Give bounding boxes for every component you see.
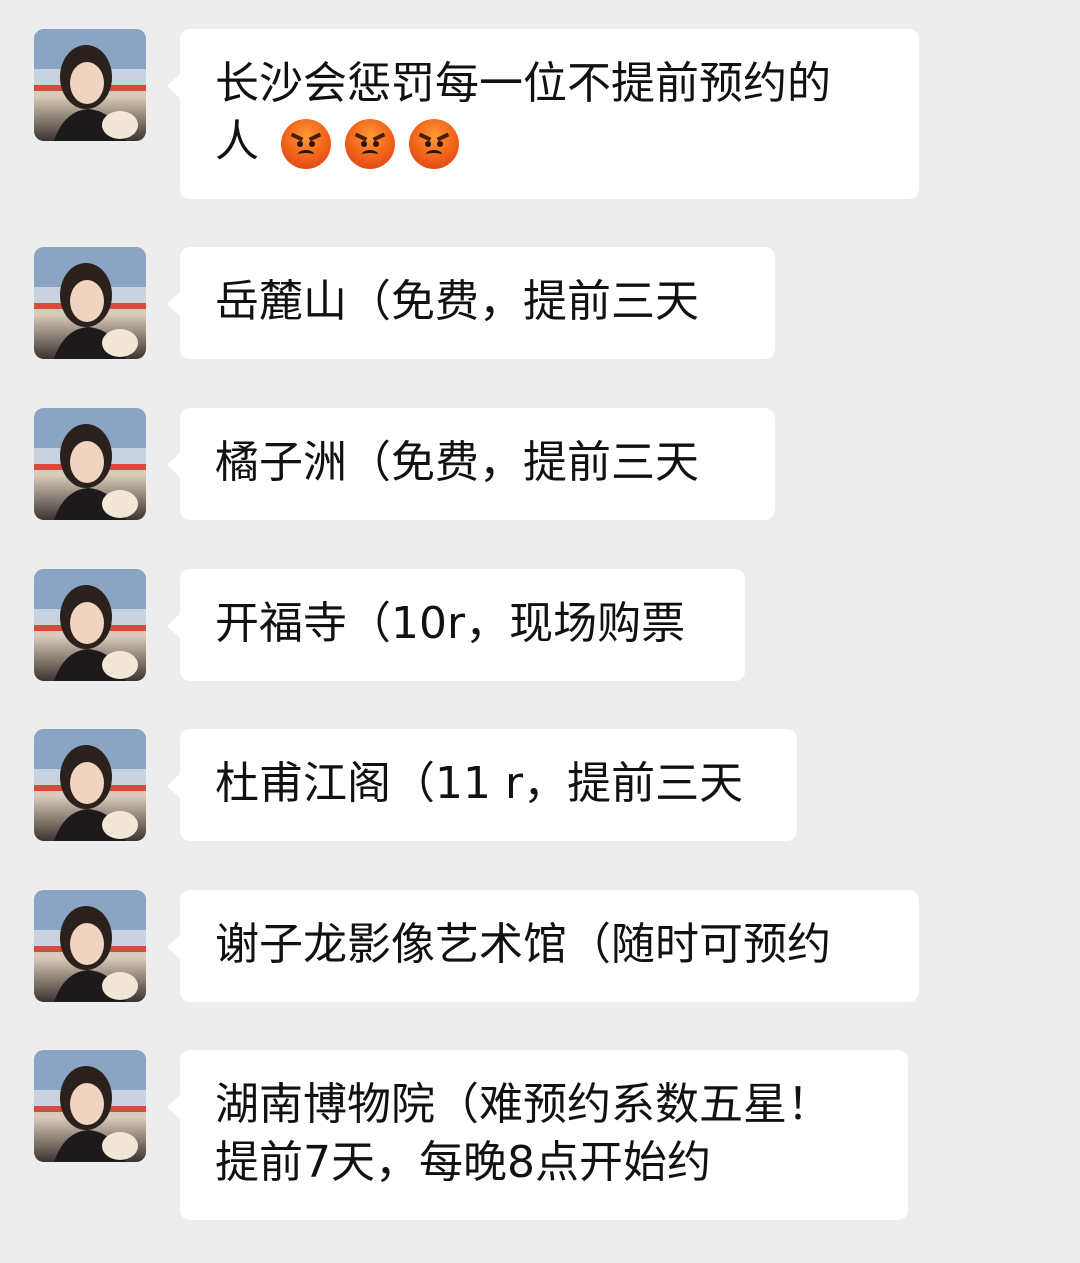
message-text: 开福寺（10r，现场购票 bbox=[215, 598, 686, 649]
avatar[interactable] bbox=[34, 890, 146, 1002]
message-text: 谢子龙影像艺术馆（随时可预约 bbox=[215, 919, 831, 970]
angry-face-icon bbox=[345, 119, 395, 169]
avatar[interactable] bbox=[34, 1050, 146, 1162]
avatar[interactable] bbox=[34, 247, 146, 359]
chat-area: 长沙会惩罚每一位不提前预约的 人 岳麓山（免费，提前三天 橘子洲（免费，提前三天… bbox=[0, 0, 1080, 1263]
avatar[interactable] bbox=[34, 569, 146, 681]
avatar[interactable] bbox=[34, 729, 146, 841]
message-text: 提前7天，每晚8点开始约 bbox=[215, 1137, 711, 1188]
message-bubble[interactable]: 湖南博物院（难预约系数五星！ 提前7天，每晚8点开始约 bbox=[167, 1050, 908, 1220]
message-text: 橘子洲（免费，提前三天 bbox=[215, 437, 699, 488]
message-text: 湖南博物院（难预约系数五星！ bbox=[215, 1079, 831, 1130]
avatar[interactable] bbox=[34, 408, 146, 520]
angry-face-icon bbox=[281, 119, 331, 169]
avatar[interactable] bbox=[34, 29, 146, 141]
message-text-tail: 人 bbox=[215, 116, 259, 167]
emoji-row bbox=[281, 119, 459, 169]
message-bubble[interactable]: 谢子龙影像艺术馆（随时可预约 bbox=[167, 890, 919, 1002]
message-text: 长沙会惩罚每一位不提前预约的 bbox=[215, 58, 831, 109]
angry-face-icon bbox=[409, 119, 459, 169]
message-bubble[interactable]: 开福寺（10r，现场购票 bbox=[167, 569, 745, 681]
message-text: 人 bbox=[215, 113, 885, 171]
message-bubble[interactable]: 杜甫江阁（11 r，提前三天 bbox=[167, 729, 797, 841]
message-text: 杜甫江阁（11 r，提前三天 bbox=[215, 758, 744, 809]
message-bubble[interactable]: 长沙会惩罚每一位不提前预约的 人 bbox=[167, 29, 919, 199]
message-text: 岳麓山（免费，提前三天 bbox=[215, 276, 699, 327]
message-bubble[interactable]: 橘子洲（免费，提前三天 bbox=[167, 408, 775, 520]
message-bubble[interactable]: 岳麓山（免费，提前三天 bbox=[167, 247, 775, 359]
